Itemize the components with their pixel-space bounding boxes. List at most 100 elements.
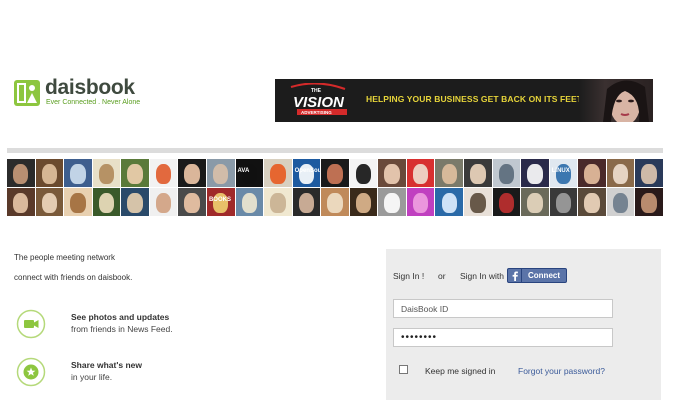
member-photo-tile: AVA [235,159,264,187]
member-photo-tile [149,188,178,216]
facebook-connect-label: Connect [528,271,560,280]
star-icon [16,357,46,387]
member-photo-subject [612,193,629,213]
member-photo-tile [464,188,492,216]
member-photo-subject [384,164,400,184]
member-photo-tile [606,159,635,187]
member-photo-tile [492,188,521,216]
member-photo-subject [441,164,457,184]
member-photo-tile [606,188,635,216]
banner-model-photo [579,79,653,122]
member-photo-tile [35,188,64,216]
member-photo-label: OpenSource [294,168,321,174]
member-photo-subject [13,193,29,213]
member-photo-tile [321,159,349,187]
member-photo-tile [92,159,121,187]
feature-share-whats-new: Share what's new in your life. [16,357,276,389]
brand-name: daisbook [45,76,135,99]
video-camera-icon [16,309,46,339]
member-photo-subject [98,164,115,184]
member-photo-subject [584,164,600,184]
member-photo-tile [406,159,435,187]
member-photo-subject [241,193,257,213]
banner-slogan: HELPING YOUR BUSINESS GET BACK ON ITS FE… [366,94,583,104]
member-photo-tile [321,188,349,216]
feature-photos-updates: See photos and updates from friends in N… [16,309,276,341]
feature-title: Share what's new [71,360,142,370]
member-photo-subject [412,193,429,213]
feature-subtitle: in your life. [71,372,113,382]
member-photo-tile [378,188,406,216]
member-photo-subject [355,193,372,213]
member-photo-tile [349,188,378,216]
member-photo-tile [121,159,149,187]
member-photo-subject [355,164,372,184]
member-photo-tile [35,159,64,187]
member-photo-subject [270,164,286,184]
facebook-icon [508,269,522,282]
intro-headline: The people meeting network [14,253,115,262]
member-photo-subject [41,164,58,184]
member-photo-subject [641,193,657,213]
keep-signed-in-checkbox[interactable] [399,365,408,374]
member-photo-subject [298,193,315,213]
password-input[interactable] [393,328,613,347]
member-photo-tile [435,159,464,187]
brand-tagline: Ever Connected . Never Alone [46,99,141,106]
daisbook-id-input[interactable] [393,299,613,318]
member-photo-subject [270,193,286,213]
member-photo-subject [527,164,543,184]
member-photo-tile [406,188,435,216]
daisbook-logo[interactable]: daisbook Ever Connected . Never Alone [14,76,144,108]
member-photo-subject [412,164,429,184]
member-photo-tile [235,188,264,216]
member-photo-tile: LINUX [549,159,578,187]
banner-logo-word: VISION [293,94,345,111]
member-photo-subject [70,193,86,213]
member-photo-tile [435,188,464,216]
member-photo-label: AVA [237,168,250,174]
forgot-password-link[interactable]: Forgot your password? [518,366,605,376]
daisbook-logo-mark-icon [14,80,40,106]
member-photo-subject [470,164,486,184]
collage-divider [7,148,663,153]
member-photo-tile [206,159,235,187]
sign-in-label: Sign In ! [393,271,425,281]
facebook-connect-button[interactable]: Connect [507,268,567,283]
member-photo-subject [127,164,143,184]
feature-title: See photos and updates [71,312,170,322]
member-photo-tile [264,159,292,187]
vision-advertising-logo: THE VISION ADVERTISING [290,83,347,115]
or-label: or [438,271,446,281]
member-photo-tile [178,188,206,216]
member-photo-tile [549,188,578,216]
advertising-banner[interactable]: THE VISION ADVERTISING HELPING YOUR BUSI… [275,79,653,122]
member-photo-subject [555,193,572,213]
member-photo-subject [13,164,29,184]
member-photo-subject [70,164,86,184]
member-photo-label: BOOKS [208,197,231,203]
member-photo-tile [7,188,35,216]
member-photo-subject [641,164,657,184]
member-photo-subject [441,193,457,213]
member-photo-tile [492,159,521,187]
member-photo-tile [7,159,35,187]
member-photo-subject [155,193,172,213]
member-photo-tile [349,159,378,187]
member-photo-subject [384,193,400,213]
member-photo-label: LINUX [551,168,570,174]
member-photo-tile [149,159,178,187]
member-photo-tile [521,188,549,216]
member-photo-tile [64,159,92,187]
member-photo-subject [612,164,629,184]
member-photo-subject [127,193,143,213]
keep-signed-in-label: Keep me signed in [425,366,496,376]
member-photo-tile [378,159,406,187]
member-photo-tile [121,188,149,216]
sign-in-with-label: Sign In with [460,271,504,281]
member-photo-subject [41,193,58,213]
member-photo-tile [64,188,92,216]
member-photo-subject [584,193,600,213]
member-photo-subject [498,164,515,184]
member-photo-subject [327,164,343,184]
